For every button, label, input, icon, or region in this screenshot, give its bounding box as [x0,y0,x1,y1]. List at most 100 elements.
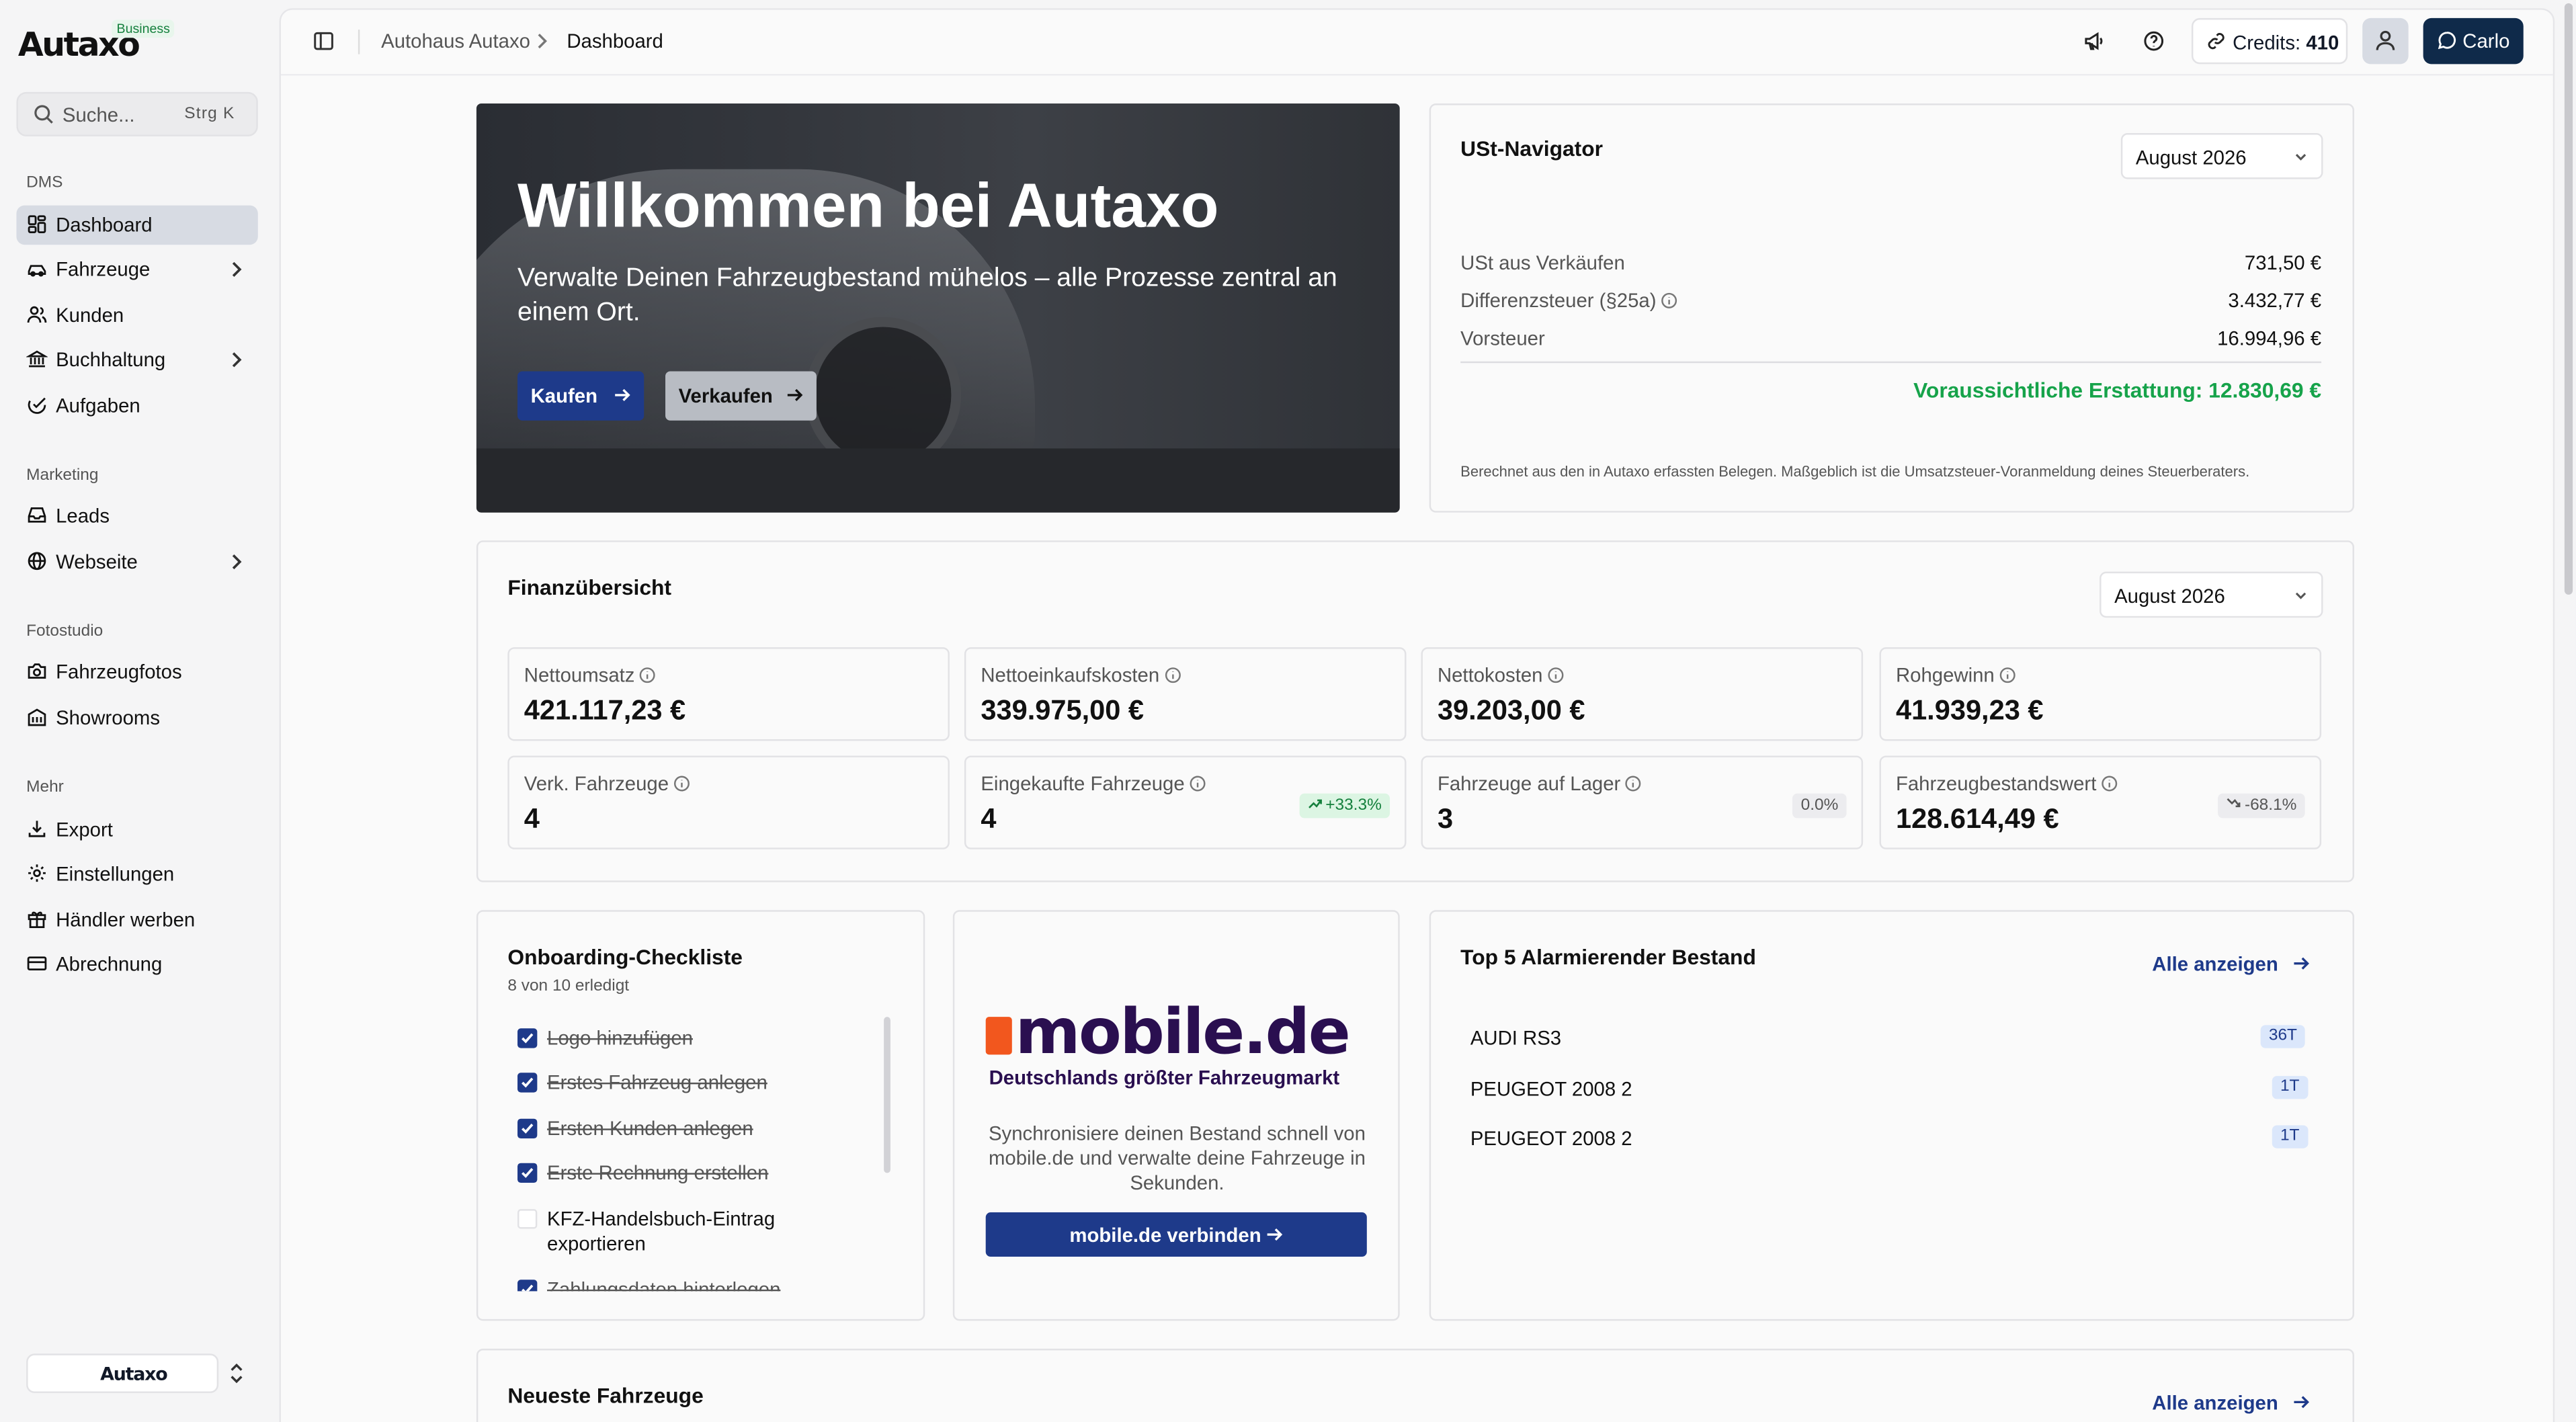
kpi-card: Fahrzeuge auf Lager 3 0.0% [1421,755,1864,849]
breadcrumb-current: Dashboard [567,30,663,53]
info-icon[interactable] [1548,667,1564,683]
megaphone-icon[interactable] [2083,30,2106,52]
sidebar-item-showrooms[interactable]: Showrooms [16,698,257,738]
onboarding-list: Logo hinzufügen Erstes Fahrzeug anlegen … [493,1015,887,1292]
sidebar-item-export[interactable]: Export [16,810,257,849]
link-icon [2208,33,2225,50]
credits-button[interactable]: Credits: 410 [2191,17,2348,65]
sidebar-item-kunden[interactable]: Kunden [16,296,257,335]
help-icon[interactable] [2143,30,2165,52]
vat-period-value: August 2026 [2135,146,2247,169]
account-button[interactable] [2362,17,2409,65]
search-input[interactable]: Suche... Strg K [16,91,258,136]
kpi-card: Nettokosten 39.203,00 € [1421,647,1864,741]
checklist-label: Logo hinzufügen [547,1026,693,1050]
dashboard-icon [28,215,46,233]
sidebar-item-haendler-werben[interactable]: Händler werben [16,901,257,940]
kpi-label: Nettoeinkaufskosten [981,664,1181,687]
breadcrumb-home[interactable]: Autohaus Autaxo [381,30,530,52]
search-placeholder: Suche... [62,103,135,127]
chevron-right-icon [538,34,547,49]
user-menu-button[interactable]: Carlo [2423,17,2524,65]
stock-age-badge: 36T [2260,1025,2306,1048]
mobile-de-connect-button[interactable]: mobile.de verbinden [985,1212,1367,1257]
chevron-up-down-icon[interactable] [228,1362,245,1384]
info-icon[interactable] [1626,776,1642,792]
kpi-label-text: Nettokosten [1437,663,1543,687]
scrollbar-thumb[interactable] [2564,3,2573,595]
checkbox-unchecked[interactable] [517,1209,538,1229]
stock-item-name[interactable]: PEUGEOT 2008 2 [1470,1078,1632,1101]
workspace-logo: Autaxo [100,1363,168,1385]
checkbox-checked[interactable] [517,1073,538,1093]
sidebar-item-fahrzeuge[interactable]: Fahrzeuge [16,250,257,290]
vat-row-label-text: Differenzsteuer (§25a) [1460,289,1657,312]
divider [1460,361,2322,364]
sidebar-item-einstellungen[interactable]: Einstellungen [16,854,257,894]
trend-badge-value: -68.1% [2244,796,2297,815]
trend-badge: +33.3% [1299,793,1390,819]
buy-button[interactable]: Kaufen [517,371,645,421]
sidebar-item-label: Abrechnung [56,952,163,976]
finance-period-select[interactable]: August 2026 [2100,571,2323,618]
checkbox-checked[interactable] [517,1163,538,1183]
stock-item-name[interactable]: PEUGEOT 2008 2 [1470,1127,1632,1150]
stock-item-name[interactable]: AUDI RS3 [1470,1027,1561,1050]
sidebar-item-fahrzeugfotos[interactable]: Fahrzeugfotos [16,652,257,692]
check-circle-icon [28,397,46,414]
sidebar-item-aufgaben[interactable]: Aufgaben [16,386,257,425]
checklist-scrollbar[interactable] [884,1017,890,1173]
kpi-value: 3 [1437,803,1454,835]
brand-logo[interactable]: Autaxo Business [18,19,175,65]
info-icon[interactable] [1661,292,1677,308]
workspace-switcher[interactable]: Autaxo [26,1353,219,1393]
checkbox-checked[interactable] [517,1118,538,1139]
mobile-de-logo-block [985,1017,1012,1055]
checkbox-checked[interactable] [517,1280,538,1292]
check-icon [522,1033,534,1044]
sidebar-item-webseite[interactable]: Webseite [16,542,257,582]
vat-row-value: 16.994,96 € [2217,327,2322,350]
kpi-label-text: Eingekaufte Fahrzeuge [981,771,1185,796]
info-icon[interactable] [1190,776,1206,792]
buy-button-label: Kaufen [530,384,597,408]
sell-button[interactable]: Verkaufen [665,371,817,421]
mobile-de-description: Synchronisiere deinen Bestand schnell vo… [988,1122,1366,1195]
checkbox-checked[interactable] [517,1028,538,1048]
newest-title: Neueste Fahrzeuge [507,1383,704,1408]
gear-icon [28,864,46,882]
stock-title: Top 5 Alarmierender Bestand [1460,944,1756,970]
kpi-card: Rohgewinn 41.939,23 € [1879,647,2322,741]
car-icon [28,265,46,277]
vat-row-label: Vorsteuer [1460,327,1545,350]
newest-show-all-link[interactable]: Alle anzeigen [2152,1391,2309,1415]
vat-refund: Voraussichtliche Erstattung: 12.830,69 € [1913,378,2322,403]
info-icon[interactable] [1165,667,1181,683]
stock-show-all-link[interactable]: Alle anzeigen [2152,953,2309,976]
info-icon[interactable] [2102,776,2118,792]
sidebar-item-label: Dashboard [56,213,153,237]
sidebar-toggle-icon[interactable] [312,30,335,52]
vat-period-select[interactable]: August 2026 [2120,133,2323,179]
sidebar-item-abrechnung[interactable]: Abrechnung [16,945,257,985]
sidebar-item-label: Showrooms [56,706,160,730]
sidebar-item-dashboard[interactable]: Dashboard [16,205,258,245]
kpi-label-text: Fahrzeugbestandswert [1895,771,2097,796]
hero-road [476,448,1400,513]
info-icon[interactable] [1999,667,2016,683]
page-scrollbar[interactable] [2561,0,2576,1422]
sidebar-item-buchhaltung[interactable]: Buchhaltung [16,340,257,380]
sidebar-item-label: Export [56,818,113,841]
arrow-right-icon [787,388,803,401]
mobile-de-card [952,910,1400,1321]
stock-age-badge: 1T [2272,1125,2308,1148]
vat-row-label: USt aus Verkäufen [1460,251,1625,275]
kpi-label: Fahrzeuge auf Lager [1438,772,1642,795]
arrow-right-icon [1267,1228,1283,1241]
sidebar-item-leads[interactable]: Leads [16,496,257,536]
info-icon[interactable] [640,667,656,683]
check-icon [522,1077,534,1088]
sidebar-item-label: Händler werben [56,908,196,932]
info-icon[interactable] [673,776,690,792]
vat-title: USt-Navigator [1460,136,1604,161]
